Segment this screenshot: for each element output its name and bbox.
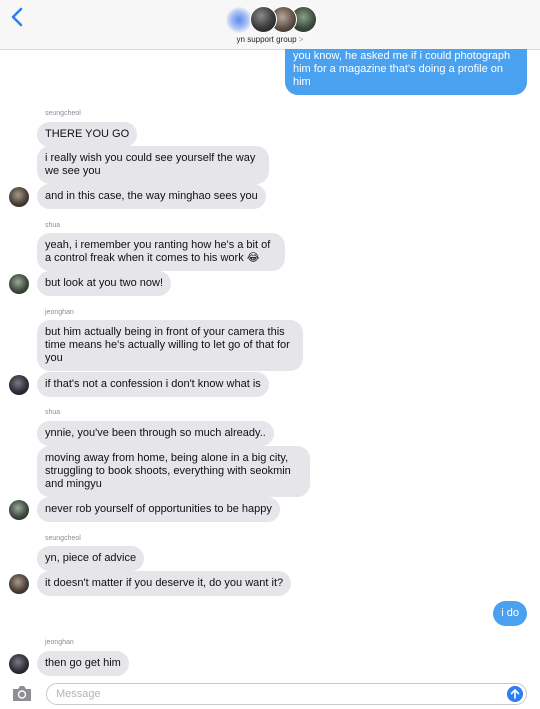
message-bubble-incoming[interactable]: yeah, i remember you ranting how he's a … xyxy=(37,233,285,271)
message-bubble-incoming[interactable]: THERE YOU GO xyxy=(37,122,138,147)
camera-icon[interactable] xyxy=(11,684,33,702)
sender-name: seungcheol xyxy=(45,110,81,117)
conversation-header: yn support group > xyxy=(0,0,540,50)
message-bubble-incoming[interactable]: i really wish you could see yourself the… xyxy=(37,146,269,184)
message-bubble-incoming[interactable]: ynnie, you've been through so much alrea… xyxy=(37,421,274,446)
avatar xyxy=(9,574,29,594)
avatar xyxy=(9,375,29,395)
message-bubble-incoming[interactable]: then go get him xyxy=(37,651,129,676)
group-avatars[interactable] xyxy=(226,4,318,34)
sender-name: jeonghan xyxy=(45,639,74,646)
message-composer: Message xyxy=(0,679,540,709)
sender-name: jeonghan xyxy=(45,309,74,316)
message-bubble-incoming[interactable]: yn, piece of advice xyxy=(37,546,145,571)
avatar xyxy=(9,274,29,294)
back-chevron-icon[interactable] xyxy=(9,5,27,29)
avatar xyxy=(9,500,29,520)
avatar xyxy=(250,6,277,33)
message-bubble-incoming[interactable]: and in this case, the way minghao sees y… xyxy=(37,184,266,209)
message-bubble-incoming[interactable]: but him actually being in front of your … xyxy=(37,320,303,371)
message-input[interactable]: Message xyxy=(46,683,527,705)
group-title[interactable]: yn support group > xyxy=(0,35,540,44)
message-placeholder: Message xyxy=(56,688,101,700)
group-name: yn support group xyxy=(236,35,297,44)
message-bubble-incoming[interactable]: moving away from home, being alone in a … xyxy=(37,446,310,497)
sender-name: seungcheol xyxy=(45,535,81,542)
avatar xyxy=(226,7,252,33)
avatar xyxy=(9,654,29,674)
message-bubble-incoming[interactable]: it doesn't matter if you deserve it, do … xyxy=(37,571,292,596)
chevron-right-icon: > xyxy=(298,35,304,44)
message-bubble-incoming[interactable]: but look at you two now! xyxy=(37,271,172,296)
message-bubble-outgoing[interactable]: you know, he asked me if i could photogr… xyxy=(285,49,527,95)
message-bubble-incoming[interactable]: never rob yourself of opportunities to b… xyxy=(37,497,280,522)
sender-name: shua xyxy=(45,409,61,416)
sender-name: shua xyxy=(45,222,61,229)
message-bubble-outgoing[interactable]: i do xyxy=(493,601,527,626)
avatar xyxy=(9,187,29,207)
message-bubble-incoming[interactable]: if that's not a confession i don't know … xyxy=(37,372,269,397)
send-arrow-icon[interactable] xyxy=(507,686,523,702)
